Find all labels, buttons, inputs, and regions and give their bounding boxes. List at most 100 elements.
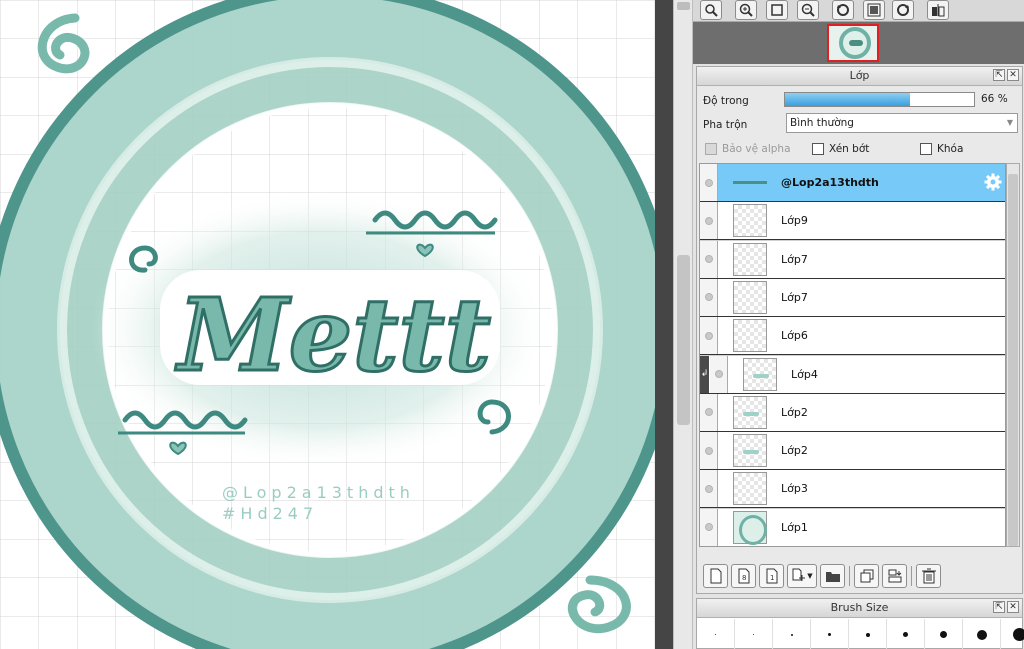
lock-checkbox[interactable]: Khóa: [920, 143, 963, 155]
visibility-icon: [714, 370, 723, 378]
layer-list-scrollbar[interactable]: [1006, 163, 1020, 547]
rotate-left-button[interactable]: [832, 0, 854, 20]
layer-row[interactable]: Lớp3: [700, 470, 1005, 509]
gear-icon[interactable]: [984, 173, 1002, 191]
zoom-in-icon: [739, 3, 753, 17]
zoom-search-button[interactable]: [700, 0, 722, 20]
layer-row[interactable]: ↲ Lớp4: [700, 355, 1005, 394]
drawing-canvas[interactable]: Mettt @Lop2a13thdth #Hd247: [0, 0, 655, 649]
merge-layer-icon: [888, 569, 901, 583]
opacity-label: Độ trong: [703, 95, 749, 107]
layer-row[interactable]: @Lop2a13thdth: [700, 164, 1005, 202]
brush-dot-icon: [1013, 628, 1024, 641]
zoom-in-button[interactable]: [735, 0, 757, 20]
scroll-up-button[interactable]: [677, 2, 690, 10]
brush-size-preset[interactable]: [773, 619, 811, 649]
layer-name: Lớp2: [781, 444, 808, 458]
close-icon[interactable]: ✕: [1007, 69, 1019, 81]
scrollbar-thumb[interactable]: [677, 255, 690, 425]
layer-visibility-toggle[interactable]: [700, 508, 718, 546]
layer-thumbnail: [733, 166, 767, 199]
brush-size-preset[interactable]: [887, 619, 925, 649]
brush-size-preset[interactable]: [697, 619, 735, 649]
checkbox-box: [920, 143, 932, 155]
blend-mode-select[interactable]: Bình thường ▼: [786, 113, 1018, 133]
layer-row[interactable]: Lớp2: [700, 393, 1005, 432]
flip-icon: [932, 4, 945, 17]
layer-row[interactable]: Lớp1: [700, 508, 1005, 546]
navigator-preview[interactable]: [693, 22, 1024, 64]
layer-row[interactable]: Lớp7: [700, 240, 1005, 279]
svg-text:1: 1: [770, 574, 774, 582]
layer-name: Lớp7: [781, 252, 808, 266]
opacity-value: 66 %: [981, 93, 1008, 105]
delete-layer-button[interactable]: [916, 564, 941, 588]
new-1bit-layer-icon: 1: [766, 568, 777, 584]
protect-alpha-checkbox[interactable]: Bảo vệ alpha: [705, 143, 791, 155]
visibility-icon: [704, 293, 713, 302]
layer-row[interactable]: Lớp6: [700, 317, 1005, 356]
navigator-viewport[interactable]: [827, 24, 879, 62]
brush-dot-icon: [865, 632, 870, 637]
merge-layer-button[interactable]: [882, 564, 907, 588]
layer-name: Lớp7: [781, 290, 808, 304]
brush-size-preset[interactable]: [1001, 619, 1024, 649]
visibility-icon: [704, 484, 713, 493]
scrollbar-thumb[interactable]: [1008, 174, 1018, 546]
rotate-right-button[interactable]: [892, 0, 914, 20]
layer-visibility-toggle[interactable]: [700, 470, 718, 508]
artwork: Mettt @Lop2a13thdth #Hd247: [0, 0, 655, 649]
brush-dot-icon: [790, 633, 793, 636]
lock-label: Khóa: [937, 143, 964, 155]
visibility-icon: [704, 178, 713, 187]
fit-screen-button[interactable]: [766, 0, 788, 20]
undock-icon[interactable]: ⇱: [993, 69, 1005, 81]
layer-row[interactable]: Lớp2: [700, 432, 1005, 471]
canvas-vertical-scrollbar[interactable]: [673, 0, 693, 649]
undock-icon[interactable]: ⇱: [993, 601, 1005, 613]
layer-visibility-toggle[interactable]: [700, 240, 718, 278]
blend-mode-label: Pha trộn: [703, 119, 748, 131]
actual-size-button[interactable]: [863, 0, 885, 20]
visibility-icon: [704, 523, 713, 532]
layer-visibility-toggle[interactable]: [710, 355, 728, 393]
checkbox-box: [812, 143, 824, 155]
brush-size-panel-title: Brush Size ⇱ ✕: [697, 599, 1022, 618]
duplicate-layer-button[interactable]: [854, 564, 879, 588]
new-1bit-layer-button[interactable]: 1: [759, 564, 784, 588]
close-icon[interactable]: ✕: [1007, 601, 1019, 613]
delete-layer-icon: [921, 568, 936, 584]
layer-row[interactable]: Lớp9: [700, 202, 1005, 241]
new-8bit-layer-button[interactable]: 8: [731, 564, 756, 588]
brush-size-preset[interactable]: [925, 619, 963, 649]
new-layer-button[interactable]: [703, 564, 728, 588]
opacity-slider[interactable]: [784, 92, 975, 107]
visibility-icon: [704, 408, 713, 417]
brush-size-title-text: Brush Size: [830, 601, 889, 614]
layer-visibility-toggle[interactable]: [700, 317, 718, 355]
clipping-checkbox[interactable]: Xén bớt: [812, 143, 869, 155]
layer-visibility-toggle[interactable]: [700, 202, 718, 240]
protect-alpha-label: Bảo vệ alpha: [722, 143, 791, 155]
flip-button[interactable]: [927, 0, 949, 20]
new-folder-button[interactable]: [820, 564, 845, 588]
layer-visibility-toggle[interactable]: [700, 393, 718, 431]
add-layer-menu-button[interactable]: ▼: [787, 564, 817, 588]
layer-thumbnail: [733, 510, 767, 545]
visibility-icon: [704, 446, 713, 455]
brush-size-preset[interactable]: [811, 619, 849, 649]
layer-row[interactable]: Lớp7: [700, 278, 1005, 317]
navigator-toolbar: [693, 0, 1024, 22]
brush-size-preset[interactable]: [963, 619, 1001, 649]
layer-visibility-toggle[interactable]: [700, 164, 718, 201]
toolbar-divider: [911, 566, 912, 586]
layer-list: @Lop2a13thdth Lớp9 Lớp7 Lớp7 Lớp6 ↲ Lớp4 Lớp2 Lớ…: [699, 163, 1006, 547]
zoom-out-button[interactable]: [797, 0, 819, 20]
layer-visibility-toggle[interactable]: [700, 432, 718, 470]
toolbar-divider: [849, 566, 850, 586]
layer-visibility-toggle[interactable]: [700, 278, 718, 316]
clipping-label: Xén bớt: [829, 143, 870, 155]
brush-size-preset[interactable]: [735, 619, 773, 649]
brush-size-preset[interactable]: [849, 619, 887, 649]
layer-thumbnail: [743, 357, 777, 391]
